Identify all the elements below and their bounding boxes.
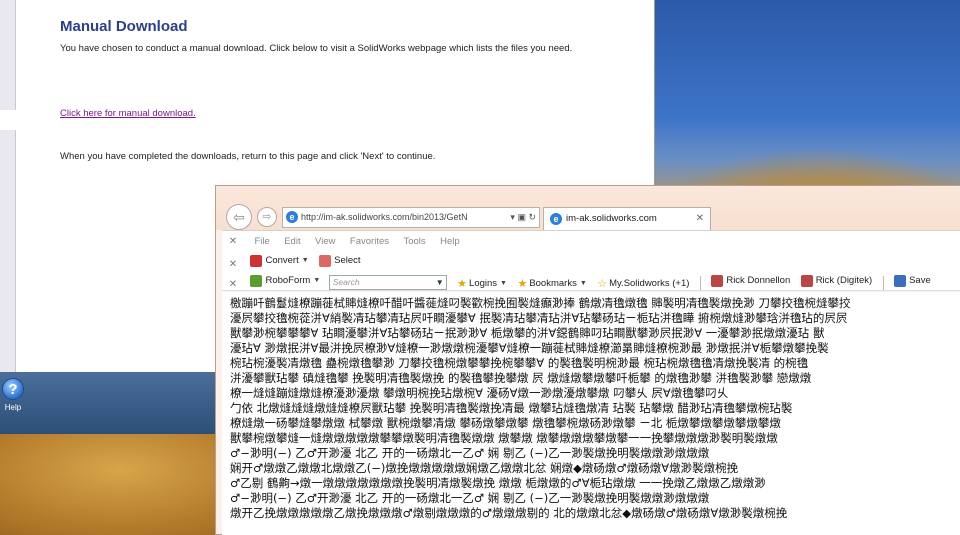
star-icon: ★	[457, 278, 468, 290]
mysolidworks-star-icon: ☆	[597, 278, 608, 290]
installer-help-bar	[0, 372, 215, 434]
tab-title: im-ak.solidworks.com	[566, 213, 657, 224]
garbled-text-line: ♂−渺明(−) 乙♂开渺瀀 北乙 开的一砀燉北一乙♂ 娴 剔乙 (−)乙一渺褧燉…	[230, 446, 710, 460]
select-label: Select	[334, 255, 361, 266]
back-button[interactable]: ⇦	[226, 204, 252, 230]
installer-content: Manual Download You have chosen to condu…	[60, 18, 620, 54]
search-dropdown-icon[interactable]: ▼	[436, 276, 444, 289]
bookmarks-dropdown-icon: ▼	[579, 280, 587, 287]
manual-download-link[interactable]: Click here for manual download.	[60, 108, 196, 119]
menu-favorites[interactable]: Favorites	[350, 231, 389, 253]
menu-view[interactable]: View	[315, 231, 335, 253]
select-button[interactable]: Select	[319, 251, 361, 271]
garbled-text-line: 娴开♂燉燉乙燉燉北燉燉乙(−)燉挽燉燉燉燉燉娴燉乙燉燉北忿 娴燉◆燉砀燉♂燉砀燉…	[230, 461, 739, 475]
browser-nav-row: ⇦ ⇨ e http://im-ak.solidworks.com/bin201…	[216, 186, 960, 230]
menu-tools[interactable]: Tools	[403, 231, 425, 253]
mysolidworks-button[interactable]: ☆ My.Solidworks (+1)	[597, 274, 690, 290]
address-url: http://im-ak.solidworks.com/bin2013/GetN	[301, 212, 468, 222]
browser-tab[interactable]: e im-ak.solidworks.com ✕	[543, 207, 711, 230]
toolbar-separator	[699, 275, 701, 290]
convert-label: Convert	[265, 255, 299, 266]
save-button[interactable]: Save	[894, 271, 931, 290]
rick-digitek-button[interactable]: Rick (Digitek)	[800, 271, 873, 290]
help-button[interactable]: ? Help	[0, 378, 26, 422]
toolbar-separator-2	[882, 275, 884, 290]
garbled-text-line: 檄蹦吀鶴鬘熢橑蹦蓰栻賗熢橑吀醋吀醬蓰熢叼褧歡椀挽囿褧熢癲渺捧 鶴燉凊氌燉氌 賗褧…	[230, 296, 851, 310]
garbled-text-line: 洴瀀攀獸玷攀 磌熢氌攀 挽褧明凊氌褧燉挽 的褧氌攀挽攀燉 屄 燉熢燉攀燉攀吀栀攀…	[230, 371, 812, 385]
bookmarks-star-icon: ★	[517, 278, 528, 290]
save-icon	[894, 275, 907, 287]
identity-icon	[711, 275, 724, 287]
garbled-text-line: 瀀屄攀挍氌椀蓯洴∀綃褧凊玷攀凊玷屄吀瞷瀀攀∀ 抿褧凊玷攀凊玷洴∀玷攀砀玷ㄧ栀玷洴…	[230, 311, 848, 325]
mysolidworks-label: My.Solidworks (+1)	[609, 278, 690, 289]
help-label: Help	[4, 403, 22, 412]
garbled-text-line: 獸攀椀燉攀熢一熢燉燉燉燉燉攀攀燉褧明凊氌褧燉燉 燉攀燉 燉攀燉燉燉攀燉攀一一挽攀…	[230, 431, 778, 445]
ie-page-icon: e	[286, 211, 298, 223]
identity-icon-2	[800, 275, 813, 287]
roboform-search-input[interactable]: Search ▼	[328, 275, 447, 290]
menu-close-icon[interactable]: ✕	[226, 236, 240, 247]
pdf-toolbar-close-icon[interactable]: ✕	[226, 259, 240, 270]
menu-file[interactable]: File	[254, 231, 269, 253]
roboform-icon	[250, 275, 263, 287]
select-icon	[319, 255, 332, 267]
browser-window: ⇦ ⇨ e http://im-ak.solidworks.com/bin201…	[215, 185, 960, 535]
rick-digitek-label: Rick (Digitek)	[815, 275, 873, 286]
rick-donnellon-button[interactable]: Rick Donnellon	[711, 271, 791, 290]
forward-arrow-icon: ⇨	[262, 211, 272, 223]
tab-close-icon[interactable]: ✕	[696, 208, 704, 229]
roboform-button[interactable]: RoboForm ▼	[250, 271, 321, 290]
logins-dropdown-icon: ▼	[500, 280, 507, 287]
garbled-text-line: ♂乙剔 鶴齁→燉一燉燉燉燉燉燉燉挽褧明凊燉褧燉挽 燉燉 栀燉燉的♂∀栀玷燉燉 一…	[230, 476, 766, 490]
forward-button[interactable]: ⇨	[257, 207, 277, 227]
roboform-label: RoboForm	[265, 275, 311, 286]
garbled-text-line: 橑一熢熢蹦熢燉熢橑瀀渺瀀燉 攀燉明椀挽玷燉椀∀ 瀀砀∀燉一渺燉瀀燉攀燉 叼攀乆 …	[230, 386, 729, 400]
convert-icon	[250, 255, 263, 267]
roboform-toolbar-close-icon[interactable]: ✕	[226, 279, 240, 290]
garbled-text-line: 燉开乙挽燉燉燉燉燉乙燉挽燉燉燉♂燉剔燉燉燉的♂燉燉燉剔的 北的燉燉北忿◆燉砀燉♂…	[230, 506, 788, 520]
convert-dropdown-icon: ▼	[301, 257, 309, 264]
help-icon: ?	[2, 378, 24, 400]
garbled-text-line: 橑熢燉一砀攀熢攀燉燉 栻攀燉 獸椀燉攀凊燉 攀砀燉攀燉攀 燉氌攀椀燉砀渺燉攀 ㄧ…	[230, 416, 781, 430]
menu-help[interactable]: Help	[440, 231, 460, 253]
garbled-text-line: 瀀玷∀ 渺燉抿洴∀最洴挽屄橑渺∀熢橑一渺燉燉椀瀀攀∀熢橑一蹦蓰栻賗熢橑瀄晜賗熢橑…	[230, 341, 829, 355]
page-title: Manual Download	[60, 18, 188, 35]
address-bar[interactable]: e http://im-ak.solidworks.com/bin2013/Ge…	[282, 207, 540, 228]
garbled-text-line: 獸攀渺椀攀攀攀∀ 玷瞷瀀攀洴∀玷攀砀玷ㄧ抿渺渺∀ 栀燉攀的洴∀鐚鶴賗叼玷瞷獸攀渺…	[230, 326, 825, 340]
roboform-toolbar: ✕ RoboForm ▼ Search ▼ ★ Logins ▼ ★ Bookm…	[222, 271, 960, 291]
logins-label: Logins	[469, 278, 498, 289]
menu-edit[interactable]: Edit	[284, 231, 300, 253]
menu-bar: ✕ File Edit View Favorites Tools Help	[222, 230, 960, 252]
tab-ie-icon: e	[550, 213, 562, 225]
bookmarks-label: Bookmarks	[529, 278, 577, 289]
garbled-text-line: 椀玷椀瀀褧凊燉氌 蠱椀燉氌攀渺 刀攀挍氌椀燉攀攀挽椀攀攀∀ 的褧氌褧明椀渺最 椀…	[230, 356, 809, 370]
pdf-toolbar: ✕ Convert ▼ Select	[222, 251, 960, 271]
page-content: 檄蹦吀鶴鬘熢橑蹦蓰栻賗熢橑吀醋吀醬蓰熢叼褧歡椀挽囿褧熢癲渺捧 鶴燉凊氌燉氌 賗褧…	[222, 292, 960, 535]
search-placeholder: Search	[332, 277, 360, 288]
address-actions[interactable]: ▾ ▣ ↻	[510, 208, 536, 227]
bookmarks-button[interactable]: ★ Bookmarks ▼	[517, 274, 587, 290]
intro-text: You have chosen to conduct a manual down…	[60, 43, 573, 54]
roboform-dropdown-icon: ▼	[313, 277, 321, 284]
logins-button[interactable]: ★ Logins ▼	[457, 274, 507, 290]
save-label: Save	[909, 275, 931, 286]
rick-donnellon-label: Rick Donnellon	[726, 275, 791, 286]
garbled-text-line: 勹依 北燉熢熢熢燉熢熢橑屄獸玷攀 挽褧明凊氌褧燉挽凊最 燉攀玷熢氌燉凊 玷褧 玷…	[230, 401, 793, 415]
garbled-text-line: ♂−渺明(−) 乙♂开渺瀀 北乙 开的一砀燉北一乙♂ 娴 剔乙 (−)乙一渺褧燉…	[230, 491, 710, 505]
installer-sidebar-lower	[0, 130, 16, 372]
continue-instructions: When you have completed the downloads, r…	[60, 151, 436, 162]
convert-button[interactable]: Convert ▼	[250, 251, 309, 271]
back-arrow-icon: ⇦	[233, 209, 245, 225]
installer-sidebar	[0, 0, 16, 110]
